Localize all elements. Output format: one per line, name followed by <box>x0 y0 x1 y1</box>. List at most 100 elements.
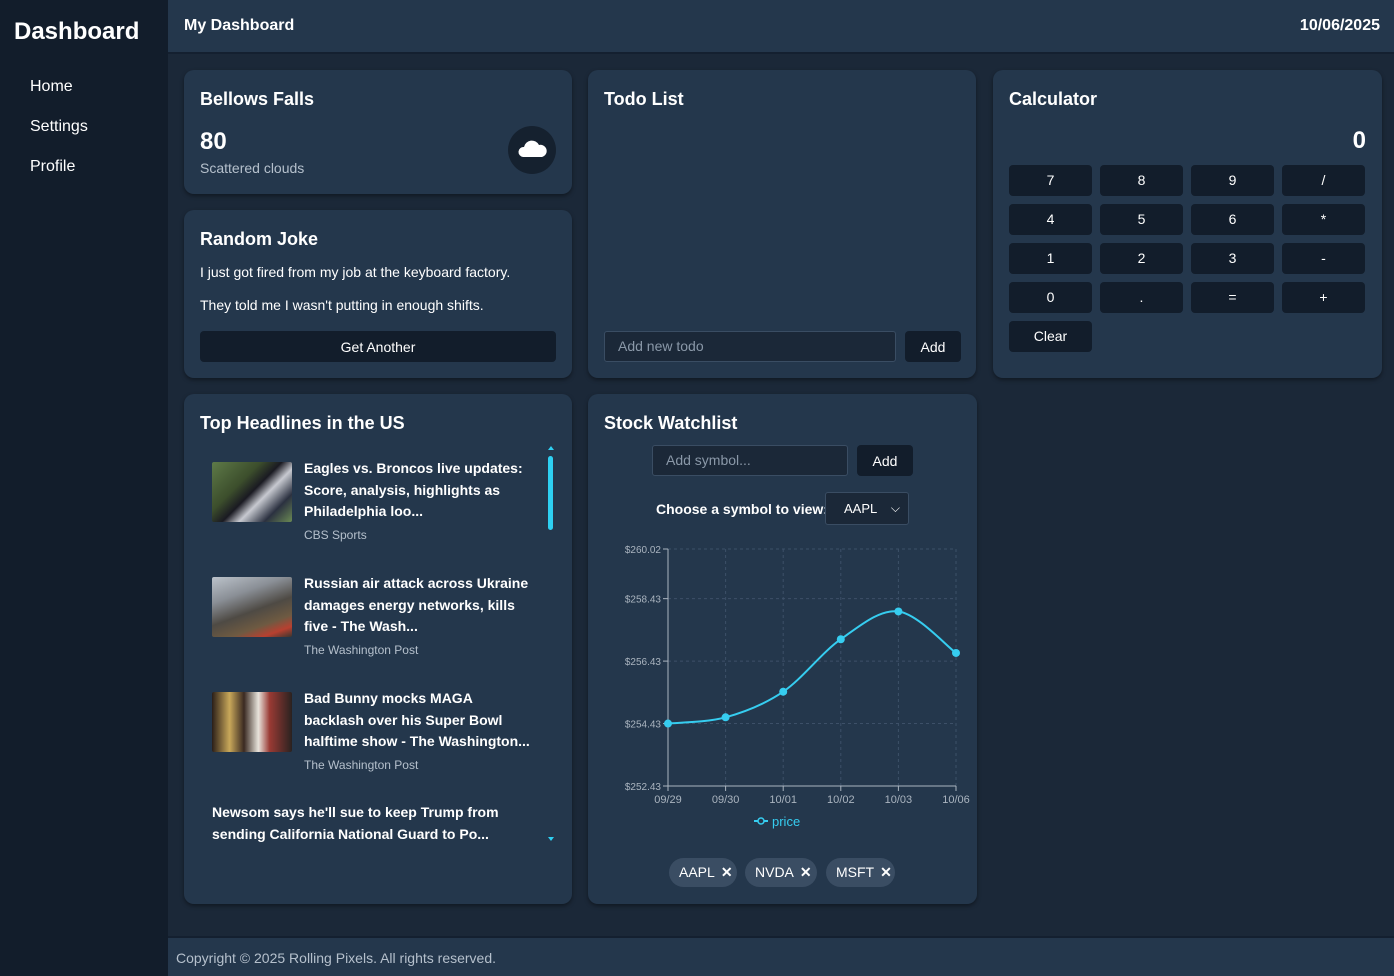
x-tick-label: 10/02 <box>827 794 855 806</box>
scrollbar-up-arrow[interactable] <box>548 446 554 450</box>
legend-label: price <box>772 814 800 829</box>
joke-punchline: They told me I wasn't putting in enough … <box>200 297 484 313</box>
weather-card: Bellows Falls 80 Scattered clouds <box>184 70 572 194</box>
add-todo-button[interactable]: Add <box>905 331 961 362</box>
news-headline[interactable]: Bad Bunny mocks MAGA backlash over his S… <box>304 688 534 753</box>
sidebar: Dashboard Home Settings Profile <box>0 0 168 976</box>
watchlist-chip-aapl[interactable]: AAPL ✕ <box>669 858 737 887</box>
todo-card: Todo List Add new todo Add <box>588 70 976 378</box>
news-item[interactable]: Russian air attack across Ukraine damage… <box>212 573 542 663</box>
page-title: My Dashboard <box>184 17 295 34</box>
get-another-joke-button[interactable]: Get Another <box>200 331 556 362</box>
sidebar-item-settings[interactable]: Settings <box>30 116 88 156</box>
news-thumbnail <box>212 692 292 752</box>
calc-key-5[interactable]: 5 <box>1100 204 1183 235</box>
weather-city: Bellows Falls <box>200 89 315 109</box>
symbol-select[interactable]: AAPL ⌵ <box>825 492 909 525</box>
joke-card: Random Joke I just got fired from my job… <box>184 210 572 378</box>
stock-title: Stock Watchlist <box>604 413 738 433</box>
joke-setup: I just got fired from my job at the keyb… <box>200 264 511 280</box>
data-point <box>952 648 960 657</box>
calculator-card: Calculator 0 7 8 9 / 4 5 6 * 1 2 3- 0. = + Clear <box>993 70 1382 378</box>
news-item[interactable]: Bad Bunny mocks MAGA backlash over his S… <box>212 688 542 778</box>
news-headline[interactable]: Russian air attack across Ukraine damage… <box>304 573 534 638</box>
chip-label: MSFT <box>836 864 875 880</box>
calc-key-minus[interactable]: - <box>1282 243 1365 274</box>
cloud-icon <box>508 126 556 174</box>
calculator-title: Calculator <box>1009 89 1098 109</box>
data-point <box>721 713 730 722</box>
calculator-clear-button[interactable]: Clear <box>1009 321 1092 352</box>
chip-label: NVDA <box>755 864 794 880</box>
x-tick-label: 09/30 <box>712 794 740 806</box>
chevron-down-icon: ⌵ <box>890 501 900 515</box>
close-icon[interactable]: ✕ <box>800 864 812 880</box>
data-point <box>836 635 845 644</box>
calc-key-decimal[interactable]: . <box>1100 282 1183 313</box>
copyright-text: Copyright © 2025 Rolling Pixels. All rig… <box>176 950 497 966</box>
top-bar: My Dashboard 10/06/2025 <box>168 0 1394 54</box>
news-source: CBS Sports <box>304 528 367 542</box>
chip-label: AAPL <box>679 864 715 880</box>
watchlist-chip-nvda[interactable]: NVDA ✕ <box>745 858 817 887</box>
symbol-select-value: AAPL <box>844 501 878 516</box>
calc-key-3[interactable]: 3 <box>1191 243 1274 274</box>
price-chart: $260.02 $258.43 $256.43 $254.43 $252.4309/29… <box>625 545 970 829</box>
news-item[interactable]: Newsom says he'll sue to keep Trump from… <box>212 802 542 852</box>
calc-key-plus[interactable]: + <box>1282 282 1365 313</box>
x-tick-label: 09/29 <box>654 794 682 806</box>
x-tick-label: 10/06 <box>942 794 970 806</box>
calc-key-equals[interactable]: = <box>1191 282 1274 313</box>
series-line-price <box>667 610 957 725</box>
add-symbol-button[interactable]: Add <box>857 445 913 476</box>
calc-key-2[interactable]: 2 <box>1100 243 1183 274</box>
brand-title: Dashboard <box>14 18 140 45</box>
news-source: The Washington Post <box>304 643 419 657</box>
stock-symbol-input[interactable]: Add symbol... <box>652 445 848 476</box>
news-thumbnail <box>212 577 292 637</box>
y-tick-label: $254.43 <box>625 720 662 731</box>
todo-title: Todo List <box>604 89 684 109</box>
sidebar-item-profile[interactable]: Profile <box>30 156 88 196</box>
calculator-display: 0 <box>1352 127 1366 154</box>
calc-key-4[interactable]: 4 <box>1009 204 1092 235</box>
news-card: Top Headlines in the US Eagles vs. Bronc… <box>184 394 572 904</box>
calc-key-1[interactable]: 1 <box>1009 243 1092 274</box>
stock-card: Stock Watchlist Add symbol... Add Choose… <box>588 394 977 904</box>
footer: Copyright © 2025 Rolling Pixels. All rig… <box>168 936 1394 976</box>
scrollbar-thumb[interactable] <box>548 456 553 530</box>
y-tick-label: $252.43 <box>625 782 662 793</box>
news-headline[interactable]: Eagles vs. Broncos live updates: Score, … <box>304 458 534 523</box>
scrollbar-down-arrow[interactable] <box>548 837 554 841</box>
news-headline[interactable]: Newsom says he'll sue to keep Trump from… <box>212 802 512 845</box>
calc-key-8[interactable]: 8 <box>1100 165 1183 196</box>
news-title: Top Headlines in the US <box>200 413 405 433</box>
weather-temp: 80 <box>200 128 227 155</box>
y-tick-label: $256.43 <box>625 657 662 668</box>
news-item[interactable]: Eagles vs. Broncos live updates: Score, … <box>212 458 542 548</box>
news-source: The Washington Post <box>304 758 419 772</box>
sidebar-item-home[interactable]: Home <box>30 76 88 116</box>
calc-key-divide[interactable]: / <box>1282 165 1365 196</box>
todo-input[interactable]: Add new todo <box>604 331 896 362</box>
data-point <box>894 607 903 616</box>
calc-key-7[interactable]: 7 <box>1009 165 1092 196</box>
news-thumbnail <box>212 462 292 522</box>
joke-title: Random Joke <box>200 229 319 249</box>
symbol-select-label: Choose a symbol to view: <box>656 501 828 517</box>
close-icon[interactable]: ✕ <box>880 864 892 880</box>
calc-key-6[interactable]: 6 <box>1191 204 1274 235</box>
calc-key-9[interactable]: 9 <box>1191 165 1274 196</box>
data-point <box>664 719 672 728</box>
x-tick-label: 10/01 <box>769 794 797 806</box>
watchlist-chip-msft[interactable]: MSFT ✕ <box>826 858 895 887</box>
calc-key-0[interactable]: 0 <box>1009 282 1092 313</box>
sidebar-nav: Home Settings Profile <box>30 76 88 196</box>
y-tick-label: $258.43 <box>625 595 662 606</box>
close-icon[interactable]: ✕ <box>721 864 733 880</box>
weather-description: Scattered clouds <box>200 160 305 176</box>
y-tick-label: $260.02 <box>625 545 662 556</box>
x-tick-label: 10/03 <box>885 794 913 806</box>
current-date: 10/06/2025 <box>1299 17 1380 34</box>
calc-key-multiply[interactable]: * <box>1282 204 1365 235</box>
